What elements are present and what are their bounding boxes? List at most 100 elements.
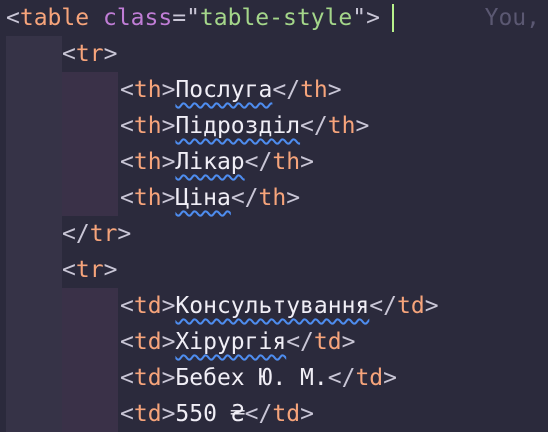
cell-text: 550 ₴ <box>175 401 245 427</box>
token-tag: th <box>133 113 162 139</box>
text-cursor <box>392 4 394 32</box>
token-tag: th <box>327 113 356 139</box>
token-tag: td <box>133 293 162 319</box>
token-punct: < <box>120 329 134 355</box>
token-tag: td <box>313 329 342 355</box>
git-blame-annotation: You, <box>484 5 540 31</box>
indent-guide <box>62 108 118 144</box>
token-punct: > <box>103 257 118 283</box>
token-punct: </ <box>272 77 301 103</box>
token-tag: th <box>300 77 328 103</box>
token-tag: td <box>272 401 301 427</box>
code-line-td[interactable]: <td>Бебех Ю. М.</td> <box>0 360 548 396</box>
token-punct: < <box>120 365 134 391</box>
token-tag: th <box>133 185 162 211</box>
cell-text: Лікар <box>175 149 245 175</box>
token-punct: < <box>62 257 76 283</box>
token-punct: > <box>161 185 176 211</box>
code-line-td[interactable]: <td>Консультування</td> <box>0 288 548 324</box>
token-punct: < <box>120 77 134 103</box>
token-punct: </ <box>244 401 273 427</box>
token-punct: > <box>383 365 398 391</box>
token-punct: > <box>327 77 342 103</box>
code-line-th[interactable]: <th>Лікар</th> <box>0 144 548 180</box>
token-punct: </ <box>369 293 397 319</box>
code-line-tr-open[interactable]: <tr> <box>0 36 548 72</box>
cell-text: Консультування <box>175 293 370 319</box>
token-tag: td <box>355 365 384 391</box>
token-punct: < <box>120 401 134 427</box>
token-string: table-style <box>199 5 353 31</box>
code-content: <td>Бебех Ю. М.</td> <box>120 360 397 396</box>
token-tag: tr <box>75 257 104 283</box>
indent-guide <box>6 216 62 252</box>
token-punct: < <box>120 293 134 319</box>
code-content: <td>Консультування</td> <box>120 288 439 324</box>
indent-guide <box>62 144 118 180</box>
indent-guide <box>62 72 118 108</box>
indent-guide <box>6 396 62 432</box>
code-content: <tr> <box>62 252 117 288</box>
token-punct: > <box>161 293 176 319</box>
code-content: <tr> <box>62 36 117 72</box>
code-line-th[interactable]: <th>Послуга</th> <box>0 72 548 108</box>
code-line-tr-open[interactable]: <tr> <box>0 252 548 288</box>
token-punct: < <box>120 185 134 211</box>
token-tag: th <box>133 149 162 175</box>
indent-guide <box>62 288 118 324</box>
token-tag: table <box>19 5 90 31</box>
cell-text: Бебех Ю. М. <box>175 365 328 391</box>
token-tag: tr <box>89 221 118 247</box>
token-punct: < <box>120 113 134 139</box>
token-punct: </ <box>230 185 259 211</box>
token-punct: > <box>286 185 301 211</box>
code-content: </tr> <box>62 216 131 252</box>
cell-text: Ціна <box>175 185 231 211</box>
indent-guide <box>62 180 118 216</box>
token-attr: class <box>102 5 173 31</box>
token-tag: td <box>133 365 162 391</box>
code-line-tr-close[interactable]: </tr> <box>0 216 548 252</box>
token-tag: td <box>397 293 425 319</box>
code-content: <th>Послуга</th> <box>120 72 342 108</box>
code-line-th[interactable]: <th>Підрозділ</th> <box>0 108 548 144</box>
token-punct: > <box>341 329 356 355</box>
token-punct: > <box>117 221 132 247</box>
code-line-th[interactable]: <th>Ціна</th> <box>0 180 548 216</box>
indent-guide <box>6 360 62 396</box>
indent-guide <box>6 180 62 216</box>
cell-text: Хірургія <box>175 329 287 355</box>
token-punct: > <box>161 329 176 355</box>
code-content: <table class="table-style"> <box>6 0 380 36</box>
indent-guide <box>6 108 62 144</box>
token-punct: < <box>120 149 134 175</box>
token-punct: > <box>103 41 118 67</box>
token-tag: td <box>133 401 162 427</box>
token-punct: "> <box>352 5 380 31</box>
token-punct: > <box>161 365 176 391</box>
token-punct: </ <box>62 221 90 247</box>
indent-guide <box>6 324 62 360</box>
token-punct: </ <box>300 113 328 139</box>
token-punct: > <box>300 149 314 175</box>
token-punct: </ <box>327 365 356 391</box>
code-line-td[interactable]: <td>550 ₴</td> <box>0 396 548 432</box>
token-punct: < <box>62 41 76 67</box>
indent-guide <box>6 252 62 288</box>
token-tag: td <box>133 329 162 355</box>
indent-guide <box>6 72 62 108</box>
token-punct: > <box>355 113 370 139</box>
indent-guide <box>62 360 118 396</box>
code-line-td[interactable]: <td>Хірургія</td> <box>0 324 548 360</box>
indent-guide <box>6 36 62 72</box>
token-punct: > <box>424 293 439 319</box>
token-punct: < <box>6 5 20 31</box>
indent-guide <box>62 324 118 360</box>
token-tag: tr <box>75 41 104 67</box>
token-punct: > <box>161 401 176 427</box>
code-editor[interactable]: <table class="table-style"> You, <tr> <t… <box>0 0 548 432</box>
cell-text: Послуга <box>175 77 273 103</box>
cell-text: Підрозділ <box>175 113 301 139</box>
code-line-table-open[interactable]: <table class="table-style"> You, <box>0 0 548 36</box>
token-punct: </ <box>244 149 273 175</box>
